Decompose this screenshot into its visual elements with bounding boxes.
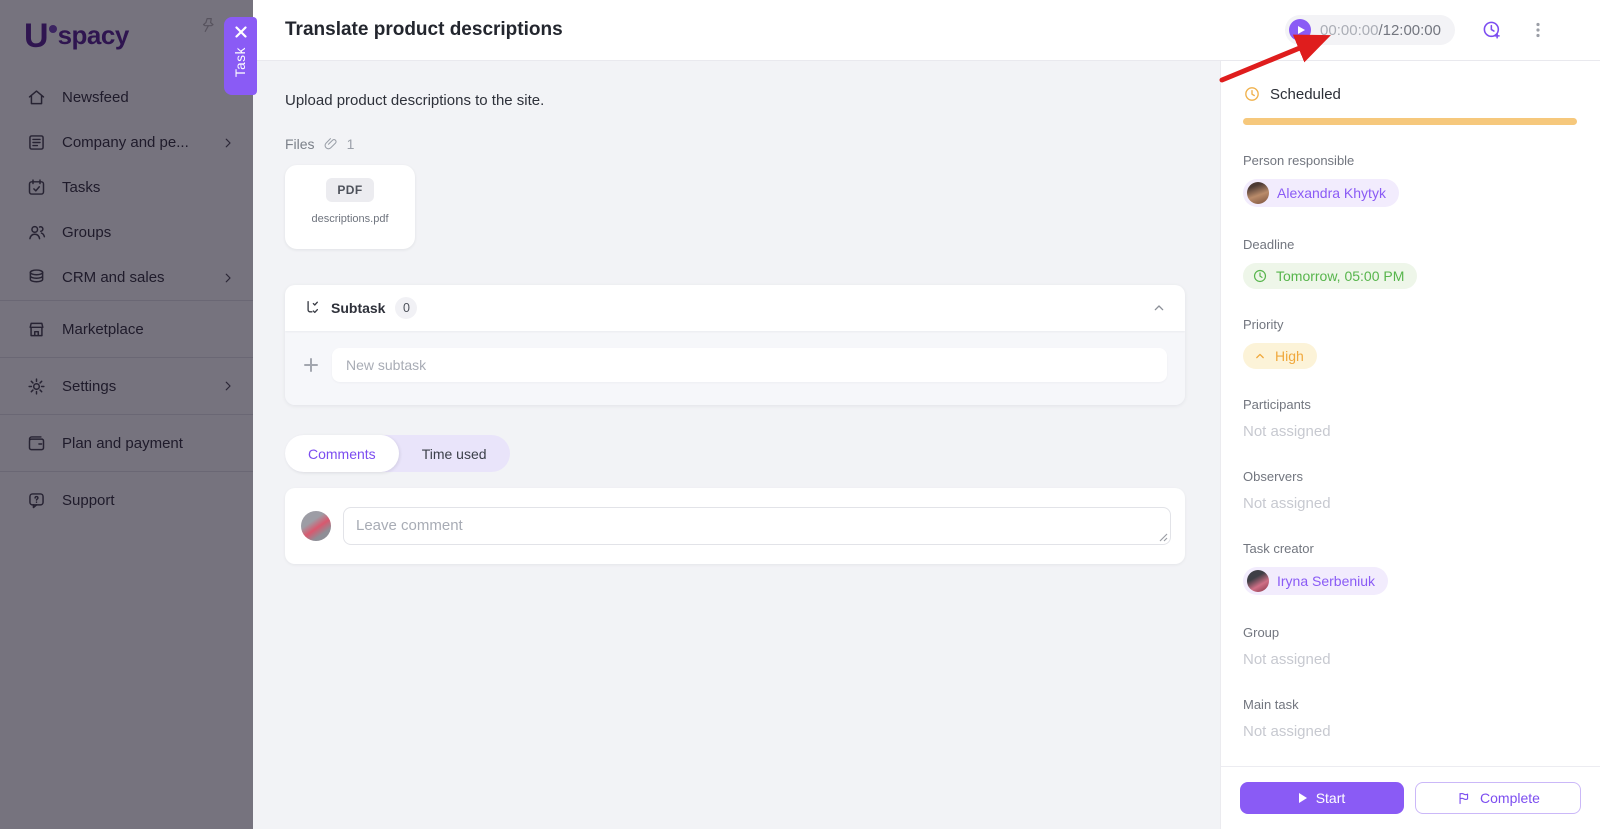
timer-elapsed: 00:00:00 [1320,21,1379,39]
field-label: Deadline [1243,237,1295,252]
field-label: Person responsible [1243,153,1355,168]
field-label: Main task [1243,697,1299,712]
tab-time-used[interactable]: Time used [399,435,510,472]
status-progress-bar [1243,118,1577,125]
field-label: Priority [1243,317,1284,332]
page-title: Translate product descriptions [285,19,563,40]
activity-tabs: Comments Time used [285,435,510,472]
task-detail-panel: Translate product descriptions 00:00:00/… [253,0,1600,829]
subtask-section: Subtask 0 [285,285,1185,405]
field-observers: Observers Not assigned [1243,469,1577,513]
files-header: Files 1 [285,136,1185,152]
person-name: Iryna Serbeniuk [1277,573,1376,589]
add-time-button[interactable] [1481,19,1503,41]
plus-icon[interactable] [303,357,319,373]
header-actions: 00:00:00/12:00:00 [1285,15,1547,45]
pin-icon[interactable] [200,16,218,34]
deadline-chip[interactable]: Tomorrow, 05:00 PM [1243,263,1418,289]
task-description: Upload product descriptions to the site. [285,92,545,109]
play-icon [1297,26,1305,34]
file-name: descriptions.pdf [311,213,389,225]
clock-icon [1253,269,1267,283]
person-name: Alexandra Khytyk [1277,185,1386,201]
paperclip-icon [323,136,339,152]
field-task-creator: Task creator Iryna Serbeniuk [1243,541,1577,597]
task-properties-rail: Scheduled Person responsible Alexandra K… [1220,61,1600,829]
more-menu-button[interactable] [1529,21,1547,39]
subtask-body [285,331,1185,405]
timer-text: 00:00:00/12:00:00 [1320,22,1441,39]
field-label: Observers [1243,469,1303,484]
resize-handle-icon[interactable] [1159,533,1168,542]
avatar [301,511,331,541]
field-priority: Priority High [1243,317,1577,369]
field-main-task: Main task Not assigned [1243,697,1577,741]
task-panel-tab[interactable]: Task [224,17,257,95]
chevron-up-icon [1256,353,1264,359]
field-deadline: Deadline Tomorrow, 05:00 PM [1243,237,1577,289]
modal-dim-overlay[interactable] [0,0,253,829]
avatar [1247,570,1269,592]
person-chip[interactable]: Iryna Serbeniuk [1243,567,1389,595]
file-attachment[interactable]: PDF descriptions.pdf [285,165,415,249]
priority-value: High [1275,348,1304,364]
comment-composer [285,488,1185,564]
field-participants: Participants Not assigned [1243,397,1577,441]
task-tab-label: Task [233,47,248,78]
file-type-badge: PDF [326,178,374,202]
subtask-title: Subtask [331,300,386,316]
field-label: Task creator [1243,541,1314,556]
files-count: 1 [346,136,355,152]
clock-icon [1243,85,1261,103]
empty-value[interactable]: Not assigned [1243,651,1331,668]
start-button[interactable]: Start [1240,782,1404,814]
field-label: Participants [1243,397,1311,412]
field-group: Group Not assigned [1243,625,1577,669]
complete-label: Complete [1480,790,1540,806]
comment-input[interactable] [343,507,1171,545]
task-header: Translate product descriptions 00:00:00/… [253,0,1600,61]
flag-icon [1459,792,1469,804]
start-label: Start [1315,790,1346,806]
field-person-responsible: Person responsible Alexandra Khytyk [1243,153,1577,209]
task-timer[interactable]: 00:00:00/12:00:00 [1285,15,1455,45]
empty-value[interactable]: Not assigned [1243,723,1331,740]
empty-value[interactable]: Not assigned [1243,423,1331,440]
subtask-count-badge: 0 [395,297,418,319]
avatar [1247,182,1269,204]
deadline-value: Tomorrow, 05:00 PM [1276,268,1405,284]
close-icon[interactable] [234,26,247,38]
status-label: Scheduled [1270,85,1341,103]
task-action-footer: Start Complete [1221,766,1600,829]
person-chip[interactable]: Alexandra Khytyk [1243,179,1399,207]
status-row: Scheduled [1243,85,1577,103]
chevron-up-icon[interactable] [1151,300,1167,316]
new-subtask-input[interactable] [332,348,1167,382]
complete-button[interactable]: Complete [1415,782,1581,814]
play-button[interactable] [1289,19,1312,41]
tab-comments[interactable]: Comments [285,435,399,472]
priority-chip[interactable]: High [1243,343,1317,369]
subtask-icon [303,299,321,317]
empty-value[interactable]: Not assigned [1243,495,1331,512]
subtask-header[interactable]: Subtask 0 [285,285,1185,331]
files-label: Files [285,136,315,152]
field-label: Group [1243,625,1280,640]
comment-input-wrap [343,507,1171,545]
task-content: Upload product descriptions to the site.… [253,61,1185,564]
timer-planned: /12:00:00 [1378,21,1441,39]
play-icon [1298,793,1307,803]
